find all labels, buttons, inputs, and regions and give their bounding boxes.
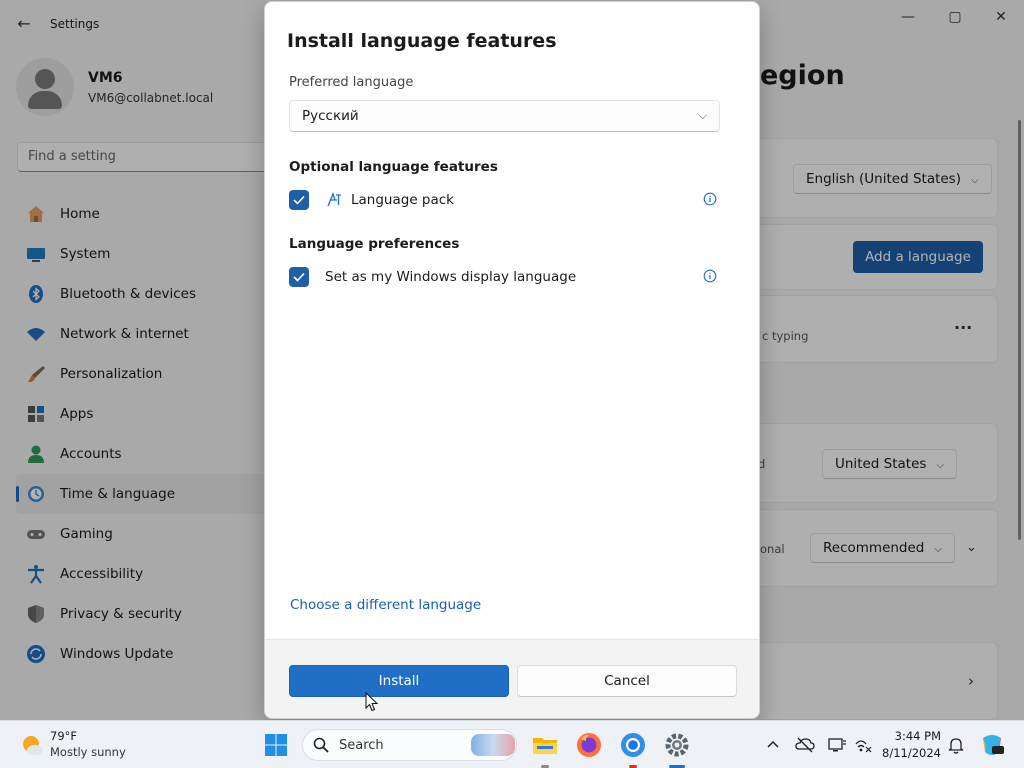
notification-bell-icon[interactable]	[946, 735, 966, 755]
clock-date[interactable]: 8/11/2024	[879, 746, 941, 760]
checkmark-icon	[293, 195, 305, 205]
windows-start-icon[interactable]	[264, 733, 288, 757]
language-pack-icon	[327, 192, 341, 207]
chevron-down-icon: ⌵	[698, 109, 707, 122]
mouse-cursor-icon	[365, 692, 379, 712]
language-pack-label: Language pack	[351, 192, 454, 208]
sun-icon	[23, 736, 43, 755]
install-button[interactable]: Install	[289, 665, 509, 697]
cancel-button[interactable]: Cancel	[517, 665, 737, 697]
preferred-language-label: Preferred language	[289, 75, 414, 90]
onedrive-offline-icon[interactable]	[795, 735, 815, 755]
file-explorer-icon[interactable]	[531, 731, 559, 759]
taskbar-search[interactable]: Search	[302, 729, 517, 761]
optional-features-heading: Optional language features	[289, 159, 498, 175]
display-language-option[interactable]: Set as my Windows display language	[289, 265, 719, 289]
preferred-language-dropdown[interactable]: Русский ⌵	[289, 100, 720, 132]
network-volume-icon[interactable]	[853, 735, 873, 755]
preferred-language-value: Русский	[302, 108, 359, 124]
chrome-icon[interactable]	[619, 731, 647, 759]
clock-time[interactable]: 3:44 PM	[885, 729, 941, 743]
dialog-footer: Install Cancel	[265, 639, 759, 718]
checkmark-icon	[293, 272, 305, 282]
firefox-icon[interactable]	[575, 731, 603, 759]
install-language-dialog: Install language features Preferred lang…	[264, 1, 760, 719]
chevron-up-icon[interactable]	[763, 735, 783, 755]
info-icon[interactable]	[703, 269, 717, 283]
language-pack-checkbox[interactable]	[289, 190, 309, 210]
display-icon[interactable]	[827, 735, 847, 755]
search-highlight-icon	[471, 734, 515, 756]
display-language-option-label: Set as my Windows display language	[325, 269, 577, 285]
info-icon[interactable]	[703, 192, 717, 206]
choose-different-language-link[interactable]: Choose a different language	[290, 597, 481, 613]
taskbar: 79°F Mostly sunny Search 3:44 PM 8/11/20…	[0, 720, 1024, 768]
display-language-checkbox[interactable]	[289, 267, 309, 287]
weather-condition: Mostly sunny	[50, 745, 126, 759]
settings-gear-icon[interactable]	[663, 731, 691, 759]
dialog-title: Install language features	[287, 30, 557, 52]
language-preferences-heading: Language preferences	[289, 236, 460, 252]
search-label: Search	[339, 738, 384, 753]
search-icon	[313, 737, 329, 753]
weather-temp: 79°F	[50, 729, 77, 743]
copilot-icon[interactable]	[979, 732, 1005, 758]
language-pack-option[interactable]: Language pack	[289, 188, 719, 212]
